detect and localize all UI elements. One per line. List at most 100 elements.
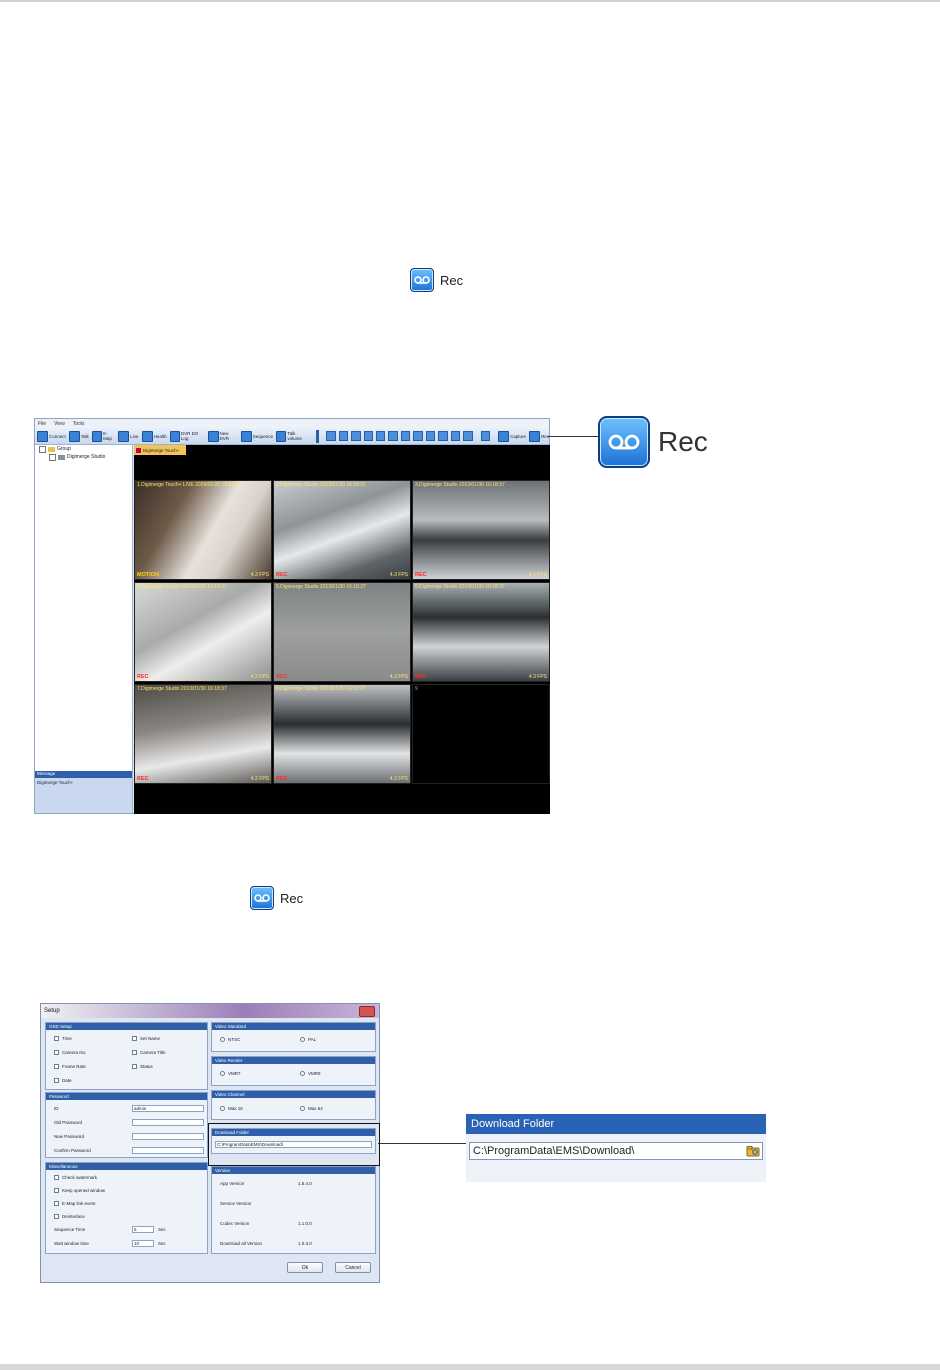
new-password-field[interactable] <box>132 1133 204 1140</box>
camera-tile-1[interactable]: 1.Digimerge Touch+ LIVE 2009/01/20 16:16… <box>134 480 272 580</box>
toolbar-health[interactable]: Health <box>141 430 167 442</box>
toolbar-connect[interactable]: Connect <box>37 430 66 442</box>
layout-25-icon[interactable] <box>438 431 448 441</box>
menu-file[interactable]: File <box>38 421 46 427</box>
osd-date[interactable]: Date <box>54 1078 72 1083</box>
checkbox[interactable] <box>132 1050 137 1055</box>
layout-13-icon[interactable] <box>400 431 411 441</box>
sequence-time-unit: Sec <box>158 1227 166 1232</box>
checkbox[interactable] <box>54 1214 59 1219</box>
tab-digimerge[interactable]: Digimerge Touch+ <box>134 445 186 455</box>
layout-16-icon[interactable] <box>413 431 423 441</box>
checkbox[interactable] <box>54 1064 59 1069</box>
toolbar-new-dvr[interactable]: New DVR <box>208 430 238 442</box>
osd-time[interactable]: Time <box>54 1036 72 1041</box>
camera-tile-6[interactable]: 6.Digimerge Studio 2013/01/30 16:18:37 R… <box>412 582 550 682</box>
menu-tools[interactable]: Tools <box>73 421 85 427</box>
camera-tile-9[interactable]: 9 <box>412 684 550 784</box>
camera-tile-4[interactable]: 4.Digimerge Studio 2013/01/30 16:18:37 R… <box>134 582 272 682</box>
expand-icon[interactable] <box>49 453 56 461</box>
layout-20-icon[interactable] <box>425 431 436 441</box>
camera-tile-3[interactable]: 3.Digimerge Studio 2013/01/30 16:18:37 R… <box>412 480 550 580</box>
radio-max64[interactable]: Max 64 <box>300 1106 323 1111</box>
checkbox[interactable] <box>54 1175 59 1180</box>
osd-frame-rate[interactable]: Frame Rate <box>54 1064 86 1069</box>
download-folder-field[interactable]: C:\ProgramData\EMS\Download\ <box>469 1142 763 1160</box>
fullscreen-icon[interactable] <box>480 431 491 441</box>
camera-tile-7[interactable]: 7.Digimerge Studio 2013/01/30 16:18:37 R… <box>134 684 272 784</box>
checkbox[interactable] <box>54 1201 59 1206</box>
toolbar: Connect Talk E-Map Live Health DVR DO Lo… <box>35 428 549 445</box>
deinterlace[interactable]: Deinterlace <box>54 1214 85 1219</box>
checkbox-label: Camera No. <box>62 1050 87 1055</box>
camera-tile-5[interactable]: 5.Digimerge Studio 2013/01/30 16:18:37 R… <box>273 582 411 682</box>
layout-8-icon[interactable] <box>363 431 373 441</box>
layout-36-icon[interactable] <box>450 431 461 441</box>
osd-set-name[interactable]: Set Name <box>132 1036 160 1041</box>
radio[interactable] <box>300 1037 305 1042</box>
menu-view[interactable]: View <box>54 421 65 427</box>
camera-tile-8[interactable]: 8.Digimerge Studio 2013/01/30 16:18:37 R… <box>273 684 411 784</box>
radio[interactable] <box>300 1106 305 1111</box>
radio-max16[interactable]: Max 16 <box>220 1106 243 1111</box>
rec-button-inline[interactable]: Rec <box>410 268 463 292</box>
toolbar-talk[interactable]: Talk <box>68 430 89 442</box>
confirm-password-field[interactable] <box>132 1147 204 1154</box>
keep-opened-window[interactable]: Keep opened window <box>54 1188 105 1193</box>
toolbar-label: Talk volume <box>287 431 302 441</box>
checkbox[interactable] <box>54 1036 59 1041</box>
checkbox[interactable] <box>132 1036 137 1041</box>
old-password-field[interactable] <box>132 1119 204 1126</box>
check-watermark[interactable]: Check watermark <box>54 1175 97 1180</box>
toolbar-label: Capture <box>510 433 527 439</box>
id-field[interactable]: admin <box>132 1105 204 1112</box>
radio-pal[interactable]: PAL <box>300 1037 316 1042</box>
camera-label: 3.Digimerge Studio 2013/01/30 16:18:37 <box>415 482 505 488</box>
tree-root[interactable]: Group <box>35 445 132 453</box>
emap-link-event[interactable]: E-Map link event <box>54 1201 96 1206</box>
toolbar-sequence[interactable]: Sequence <box>240 430 273 442</box>
radio-vmr7[interactable]: VMR7 <box>220 1071 241 1076</box>
checkbox[interactable] <box>132 1064 137 1069</box>
toolbar-emap[interactable]: E-Map <box>91 430 116 442</box>
rec-button-inline-2[interactable]: Rec <box>250 886 303 910</box>
layout-4-icon[interactable] <box>338 431 349 441</box>
close-icon[interactable] <box>359 1006 375 1017</box>
osd-camera-no[interactable]: Camera No. <box>54 1050 86 1055</box>
radio[interactable] <box>220 1106 225 1111</box>
checkbox[interactable] <box>54 1050 59 1055</box>
radio[interactable] <box>220 1037 225 1042</box>
checkbox[interactable] <box>54 1188 59 1193</box>
camera-tile-2[interactable]: 2.Digimerge Studio 2013/01/30 16:18:37 R… <box>273 480 411 580</box>
layout-10-icon[interactable] <box>388 431 398 441</box>
expand-icon[interactable] <box>39 445 46 453</box>
checkbox[interactable] <box>54 1078 59 1083</box>
toolbar-capture[interactable]: Capture <box>498 430 527 442</box>
video-standard-group: Video Standard NTSC PAL <box>211 1022 376 1052</box>
radio-ntsc[interactable]: NTSC <box>220 1037 240 1042</box>
tree-child[interactable]: Digimerge Studio <box>35 453 132 461</box>
toolbar-rec[interactable]: Rec <box>529 430 549 442</box>
layout-9-icon[interactable] <box>375 431 386 441</box>
layout-64-icon[interactable] <box>463 431 473 441</box>
radio[interactable] <box>300 1071 305 1076</box>
ok-button[interactable]: Ok <box>287 1262 323 1273</box>
osd-status[interactable]: Status <box>132 1064 153 1069</box>
radio-vmr9[interactable]: VMR9 <box>300 1071 321 1076</box>
sequence-time-field[interactable]: 5 <box>132 1226 154 1233</box>
camera-status: REC <box>137 674 149 680</box>
layout-1-icon[interactable] <box>326 431 336 441</box>
osd-camera-title[interactable]: Camera Title <box>132 1050 166 1055</box>
toolbar-talk-volume[interactable]: Talk volume <box>276 430 309 442</box>
radio[interactable] <box>220 1071 225 1076</box>
browse-folder-icon[interactable] <box>746 1145 760 1157</box>
layout-6-icon[interactable] <box>351 431 361 441</box>
cancel-button[interactable]: Cancel <box>335 1262 371 1273</box>
toolbar-label: Connect <box>49 433 66 439</box>
wait-window-field[interactable]: 10 <box>132 1240 154 1247</box>
group-header: Miscellaneous <box>46 1163 207 1170</box>
toolbar-dvr-log[interactable]: DVR DO Log <box>169 430 206 442</box>
camera-status: REC <box>415 572 427 578</box>
checkbox-label: Keep opened window <box>62 1188 106 1193</box>
toolbar-live[interactable]: Live <box>118 430 139 442</box>
